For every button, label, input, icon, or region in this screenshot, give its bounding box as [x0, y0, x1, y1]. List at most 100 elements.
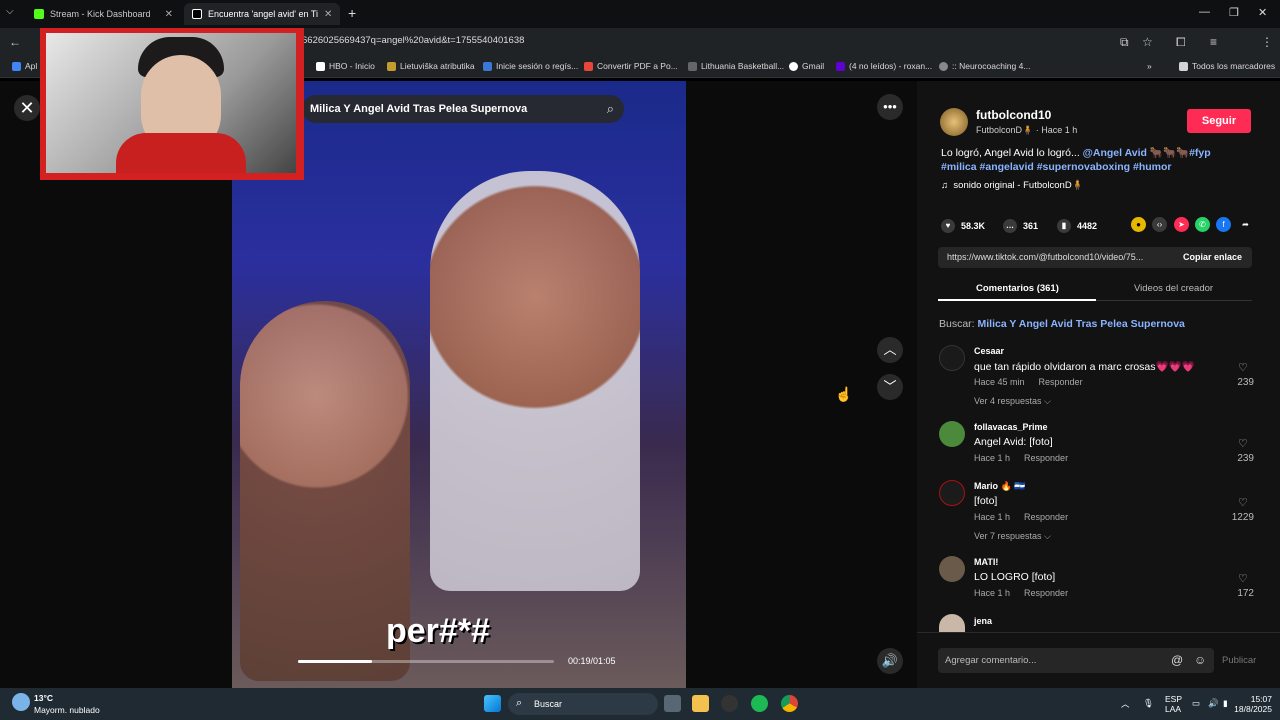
- embed-icon[interactable]: ‹›: [1152, 217, 1167, 232]
- search-icon[interactable]: ⌕: [607, 101, 614, 117]
- taskbar-search[interactable]: ⌕ Buscar: [508, 693, 658, 715]
- input-lang[interactable]: ESP LAA: [1165, 694, 1182, 714]
- chrome-icon[interactable]: [781, 695, 798, 712]
- tiktok-icon: [192, 9, 202, 19]
- extensions-icon[interactable]: ⧠: [1176, 35, 1186, 50]
- bookmark-yahoo[interactable]: (4 no leídos) - roxan...: [836, 61, 932, 71]
- chevron-down-icon[interactable]: ﹀: [877, 374, 903, 400]
- bookmark-gmail[interactable]: Gmail: [789, 61, 824, 71]
- url-field[interactable]: 6626025669437q=angel%20avid&t=1755540401…: [302, 35, 524, 46]
- comment-author[interactable]: follavacas_Prime: [974, 422, 1048, 432]
- comment-avatar[interactable]: [939, 345, 965, 371]
- volume-icon[interactable]: 🔊: [877, 648, 903, 674]
- facebook-icon[interactable]: f: [1216, 217, 1231, 232]
- tab-creator-videos[interactable]: Videos del creador: [1134, 283, 1213, 294]
- comment-author[interactable]: jena: [974, 616, 992, 626]
- save-stat[interactable]: ▮ 4482: [1057, 219, 1097, 233]
- minimize-icon[interactable]: —: [1199, 6, 1210, 18]
- comment-like-icon[interactable]: ♡: [1238, 361, 1248, 374]
- file-explorer-icon[interactable]: [692, 695, 709, 712]
- share-icon[interactable]: ➦: [1238, 217, 1253, 232]
- bookmark-star-icon[interactable]: ☆: [1142, 35, 1153, 49]
- comment-author[interactable]: Mario 🔥 🇸🇻: [974, 481, 1025, 492]
- weather-icon[interactable]: [12, 693, 30, 711]
- microphone-icon[interactable]: 🎙: [1143, 698, 1154, 709]
- search-suggestion[interactable]: Buscar: Milica Y Angel Avid Tras Pelea S…: [939, 318, 1185, 330]
- bookmark-neurocoaching[interactable]: :: Neurocoaching 4...: [939, 61, 1030, 71]
- close-tab-icon[interactable]: ✕: [165, 9, 173, 20]
- menu-icon[interactable]: ⋮: [1261, 35, 1273, 49]
- bookmark-pdf[interactable]: Convertir PDF a Po...: [584, 61, 678, 71]
- all-bookmarks[interactable]: Todos los marcadores: [1179, 61, 1275, 71]
- comment-avatar[interactable]: [939, 556, 965, 582]
- search-input[interactable]: Milica Y Angel Avid Tras Pelea Supernova: [310, 103, 527, 115]
- link-box: https://www.tiktok.com/@futbolcond10/vid…: [938, 247, 1252, 268]
- bookmark-apps[interactable]: Apl: [12, 61, 37, 71]
- network-icon[interactable]: ▭: [1192, 698, 1200, 709]
- comment-author[interactable]: MATI!: [974, 557, 998, 567]
- author-avatar[interactable]: [940, 108, 968, 136]
- search-bar[interactable]: Milica Y Angel Avid Tras Pelea Supernova…: [302, 95, 624, 123]
- comment-avatar[interactable]: [939, 421, 965, 447]
- video-link[interactable]: https://www.tiktok.com/@futbolcond10/vid…: [947, 252, 1169, 262]
- clock[interactable]: 15:07 18/8/2025: [1232, 694, 1272, 714]
- bookmark-lithuania[interactable]: Lithuania Basketball...: [688, 61, 784, 71]
- task-view-icon[interactable]: [664, 695, 681, 712]
- install-icon[interactable]: ⧉: [1120, 35, 1129, 50]
- tab-list-icon[interactable]: ⌵: [6, 6, 14, 17]
- weather-desc: Mayorm. nublado: [34, 705, 100, 715]
- publish-button[interactable]: Publicar: [1222, 655, 1256, 666]
- close-tab-icon[interactable]: ✕: [324, 9, 332, 20]
- reply-button[interactable]: Responder: [1039, 377, 1083, 387]
- bookmarks-overflow-icon[interactable]: »: [1147, 61, 1152, 71]
- reply-button[interactable]: Responder: [1024, 512, 1068, 522]
- pdf-icon: [584, 61, 593, 71]
- tab-kick[interactable]: Stream - Kick Dashboard ✕: [26, 3, 181, 25]
- author-username[interactable]: futbolcond10: [976, 108, 1051, 122]
- media-icon[interactable]: ≡: [1210, 35, 1217, 49]
- comment-like-icon[interactable]: ♡: [1238, 572, 1248, 585]
- more-options-icon[interactable]: •••: [877, 94, 903, 120]
- windows-start-icon[interactable]: [484, 695, 501, 712]
- back-icon[interactable]: ←: [9, 35, 21, 49]
- comment-text: que tan rápido olvidaron a marc crosas💗💗…: [974, 361, 1195, 373]
- maximize-icon[interactable]: ❐: [1229, 6, 1239, 19]
- bookmark-inicie[interactable]: Inicie sesión o regís...: [483, 61, 578, 71]
- reply-button[interactable]: Responder: [1024, 453, 1068, 463]
- close-window-icon[interactable]: ✕: [1258, 6, 1267, 19]
- comment-like-icon[interactable]: ♡: [1238, 437, 1248, 450]
- video-progress[interactable]: [298, 660, 554, 663]
- heart-icon: ♥: [941, 219, 955, 233]
- spotify-icon[interactable]: [751, 695, 768, 712]
- bookmark-hbo[interactable]: HBO - Inicio: [316, 61, 375, 71]
- view-replies-button[interactable]: Ver 4 respuestas ⌵: [974, 396, 1051, 407]
- new-tab-button[interactable]: +: [348, 5, 356, 21]
- view-replies-button[interactable]: Ver 7 respuestas ⌵: [974, 531, 1051, 542]
- comment-avatar[interactable]: [939, 480, 965, 506]
- volume-tray-icon[interactable]: 🔊: [1208, 698, 1219, 709]
- emoji-icon[interactable]: ☺: [1194, 653, 1206, 667]
- tray-overflow-icon[interactable]: ︿: [1121, 698, 1130, 710]
- bookmark-lietuviska[interactable]: Lietuviška atributika: [387, 61, 475, 71]
- whatsapp-icon[interactable]: ✆: [1195, 217, 1210, 232]
- tab-comments[interactable]: Comentarios (361): [976, 283, 1059, 294]
- sound-link[interactable]: ♫ sonido original - FutbolconD🧍: [941, 180, 1084, 191]
- close-icon[interactable]: ✕: [14, 95, 40, 121]
- coin-icon[interactable]: ●: [1131, 217, 1146, 232]
- mention-icon[interactable]: @: [1171, 653, 1183, 667]
- battery-icon[interactable]: ▮: [1223, 698, 1228, 709]
- send-icon[interactable]: ➤: [1174, 217, 1189, 232]
- copy-link-button[interactable]: Copiar enlace: [1183, 252, 1242, 262]
- tab-tiktok[interactable]: Encuentra 'angel avid' en Ti ✕: [184, 3, 340, 25]
- reply-button[interactable]: Responder: [1024, 588, 1068, 598]
- follow-button[interactable]: Seguir: [1187, 109, 1251, 133]
- obs-icon[interactable]: [721, 695, 738, 712]
- like-stat[interactable]: ♥ 58.3K: [941, 219, 985, 233]
- comment-author[interactable]: Cesaar: [974, 346, 1004, 356]
- comment-like-icon[interactable]: ♡: [1238, 496, 1248, 509]
- chevron-up-icon[interactable]: ︿: [877, 337, 903, 363]
- comment-input[interactable]: Agregar comentario... @ ☺: [938, 648, 1214, 673]
- comment-stat[interactable]: … 361: [1003, 219, 1038, 233]
- video-time: 00:19/01:05: [568, 656, 616, 666]
- site-icon: [688, 61, 697, 71]
